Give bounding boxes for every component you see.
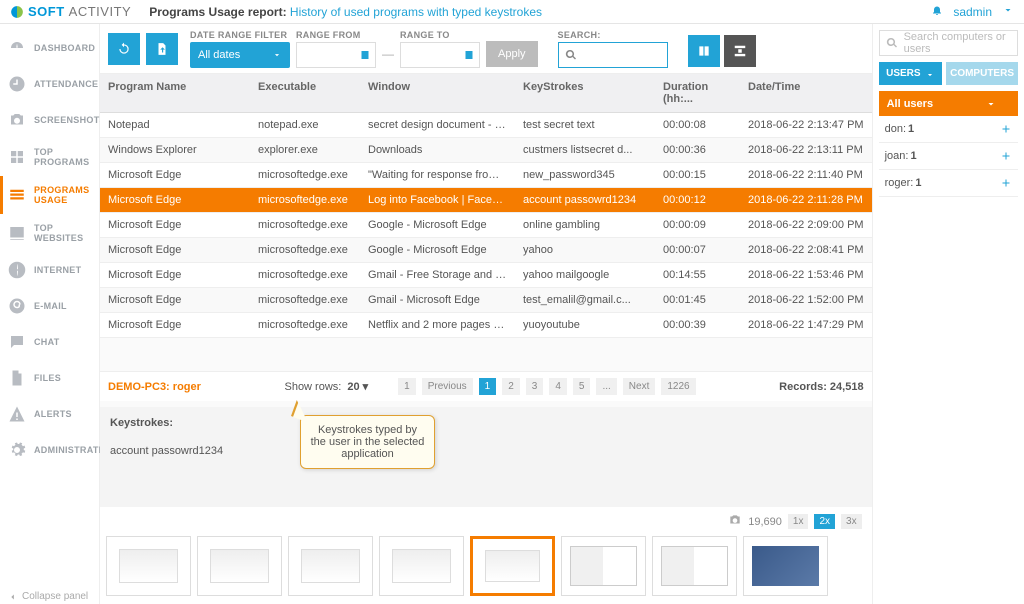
tab-users[interactable]: USERS: [879, 62, 943, 85]
user-list-item[interactable]: don: 1: [879, 116, 1018, 143]
page-1[interactable]: 1: [479, 378, 497, 395]
screenshot-count: 19,690: [748, 516, 782, 528]
table-row[interactable]: Microsoft Edgemicrosoftedge.exeNetflix a…: [100, 313, 872, 338]
zoom-2x[interactable]: 2x: [814, 514, 835, 529]
camera-icon: [728, 513, 742, 530]
date-filter-label: DATE RANGE FILTER: [190, 30, 290, 40]
callout: Keystrokes typed by the user in the sele…: [300, 415, 435, 469]
sidebar-item-programs-usage[interactable]: PROGRAMS USAGE: [0, 176, 99, 214]
page-next[interactable]: Next: [623, 378, 656, 395]
tab-computers[interactable]: COMPUTERS: [946, 62, 1018, 85]
sidebar-item-chat[interactable]: CHAT: [0, 324, 99, 360]
all-users-filter[interactable]: All users ✓: [879, 91, 1018, 116]
sidebar: DASHBOARD ATTENDANCE SCREENSHOTS TOP PRO…: [0, 24, 100, 604]
sidebar-item-top-websites[interactable]: TOP WEBSITES: [0, 214, 99, 252]
sidebar-item-internet[interactable]: INTERNET: [0, 252, 99, 288]
sidebar-item-email[interactable]: E-MAIL: [0, 288, 99, 324]
thumbnail[interactable]: [379, 536, 464, 596]
table-row[interactable]: Microsoft Edgemicrosoftedge.exeGoogle - …: [100, 213, 872, 238]
thumbnail[interactable]: [288, 536, 373, 596]
screenshot-thumbnails: [106, 532, 866, 600]
thumbnail[interactable]: [652, 536, 737, 596]
thumbnail[interactable]: [197, 536, 282, 596]
search-users-input[interactable]: Search computers or users: [879, 30, 1018, 56]
pager: DEMO-PC3: roger Show rows: 20 ▾ 1 Previo…: [100, 371, 872, 401]
keystrokes-panel: Keystrokes: account passowrd1234: [100, 407, 872, 507]
thumbnail-selected[interactable]: [470, 536, 555, 596]
user-name[interactable]: sadmin: [953, 5, 992, 19]
view-compact-button[interactable]: [724, 35, 756, 67]
sidebar-item-alerts[interactable]: ALERTS: [0, 396, 99, 432]
table-row[interactable]: Microsoft Edgemicrosoftedge.exeLog into …: [100, 188, 872, 213]
table-row[interactable]: Microsoft Edgemicrosoftedge.exeGoogle - …: [100, 238, 872, 263]
page-5[interactable]: 5: [573, 378, 591, 395]
refresh-button[interactable]: [108, 33, 140, 65]
sidebar-item-attendance[interactable]: ATTENDANCE: [0, 66, 99, 102]
sidebar-item-files[interactable]: FILES: [0, 360, 99, 396]
page-3[interactable]: 3: [526, 378, 544, 395]
user-list-item[interactable]: roger: 1: [879, 170, 1018, 197]
thumbnail[interactable]: [561, 536, 646, 596]
rows-select[interactable]: 20 ▾: [347, 380, 368, 393]
date-range-select[interactable]: All dates: [190, 42, 290, 68]
sidebar-item-screenshots[interactable]: SCREENSHOTS: [0, 102, 99, 138]
thumbnail[interactable]: [743, 536, 828, 596]
right-panel: Search computers or users USERS COMPUTER…: [872, 24, 1024, 604]
range-to-input[interactable]: [400, 42, 480, 68]
chevron-down-icon[interactable]: [1002, 4, 1014, 19]
page-title: Programs Usage report: History of used p…: [149, 5, 542, 19]
zoom-1x[interactable]: 1x: [788, 514, 809, 529]
logo: SOFTACTIVITY: [10, 4, 131, 19]
user-list-item[interactable]: joan: 1: [879, 143, 1018, 170]
table-row[interactable]: Microsoft Edgemicrosoftedge.exe"Waiting …: [100, 163, 872, 188]
collapse-panel[interactable]: Collapse panel: [8, 591, 88, 602]
search-input[interactable]: [558, 42, 668, 68]
page-prev[interactable]: Previous: [422, 378, 473, 395]
sidebar-item-administration[interactable]: ADMINISTRATION: [0, 432, 99, 468]
sidebar-item-dashboard[interactable]: DASHBOARD: [0, 30, 99, 66]
table-row[interactable]: Microsoft Edgemicrosoftedge.exeGmail - F…: [100, 263, 872, 288]
zoom-3x[interactable]: 3x: [841, 514, 862, 529]
export-button[interactable]: [146, 33, 178, 65]
thumbnail[interactable]: [106, 536, 191, 596]
apply-button[interactable]: Apply: [486, 41, 538, 67]
view-grid-button[interactable]: [688, 35, 720, 67]
table-row[interactable]: Microsoft Edgemicrosoftedge.exeGmail - M…: [100, 288, 872, 313]
range-from-input[interactable]: [296, 42, 376, 68]
sidebar-item-top-programs[interactable]: TOP PROGRAMS: [0, 138, 99, 176]
table-row[interactable]: Windows Explorerexplorer.exeDownloadscus…: [100, 138, 872, 163]
page-last[interactable]: 1226: [661, 378, 695, 395]
bell-icon[interactable]: [931, 4, 943, 19]
table-header: Program NameExecutable WindowKeyStrokes …: [100, 74, 872, 113]
table-row[interactable]: Notepadnotepad.exesecret design document…: [100, 113, 872, 138]
page-2[interactable]: 2: [502, 378, 520, 395]
page-first[interactable]: 1: [398, 378, 416, 395]
page-4[interactable]: 4: [549, 378, 567, 395]
